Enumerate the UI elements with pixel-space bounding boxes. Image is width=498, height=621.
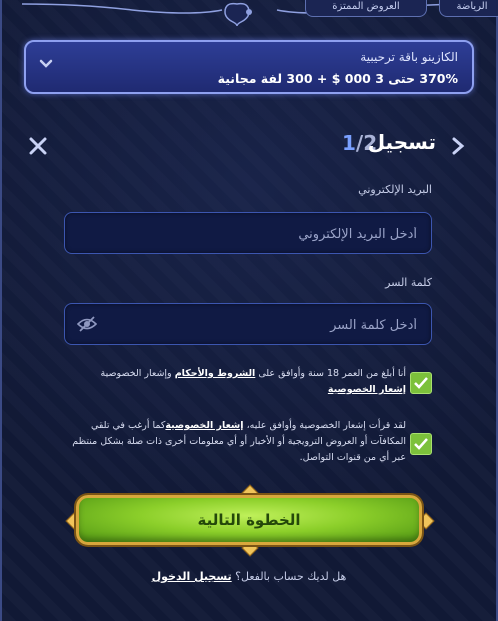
chevron-right-icon[interactable] [450, 136, 466, 156]
top-tabs: العروض الممتزة الرياضة [0, 0, 498, 26]
welcome-package-dropdown[interactable]: الكازينو باقة ترحيبية 370% حتى 3 000 $ +… [24, 40, 474, 94]
age-consent-text: أنا أبلغ من العمر 18 سنة وأوافق على الشر… [100, 368, 406, 395]
terms-link[interactable]: الشروط والأحكام [175, 368, 256, 379]
email-field-wrapper [64, 212, 432, 255]
next-step-button[interactable]: الخطوة التالية [76, 495, 422, 545]
promo-title: الكازينو باقة ترحيبية [360, 50, 458, 64]
next-button-frame: الخطوة التالية [65, 484, 435, 557]
check-icon [414, 377, 428, 389]
email-label: البريد الإلكتروني [358, 183, 432, 196]
tab-sports[interactable]: الرياضة [439, 0, 498, 17]
privacy-link[interactable]: إشعار الخصوصية [165, 420, 243, 431]
promo-offer: 370% حتى 3 000 $ + 300 لفة مجانية [217, 71, 458, 86]
close-icon[interactable] [28, 136, 48, 156]
login-link[interactable]: تسجيل الدخول [152, 570, 232, 583]
marketing-consent-text: لقد قرأت إشعار الخصوصية وأوافق عليه، إشع… [72, 420, 406, 463]
login-prompt: هل لديك حساب بالفعل؟ تسجيل الدخول [151, 570, 347, 583]
privacy-link[interactable]: إشعار الخصوصية [328, 384, 406, 395]
password-label: كلمة السر [385, 276, 432, 289]
page-title: تسجيل [367, 130, 436, 154]
email-field[interactable] [105, 213, 419, 255]
chevron-down-icon [39, 59, 53, 68]
check-icon [414, 438, 428, 450]
registration-header: 1/2 تسجيل [0, 128, 498, 160]
tab-promotions[interactable]: العروض الممتزة [305, 0, 427, 17]
age-consent-checkbox[interactable] [410, 372, 432, 394]
marketing-consent-checkbox[interactable] [410, 433, 432, 455]
eye-off-icon[interactable] [77, 315, 97, 333]
password-field-wrapper [64, 303, 432, 346]
password-field[interactable] [105, 304, 419, 346]
